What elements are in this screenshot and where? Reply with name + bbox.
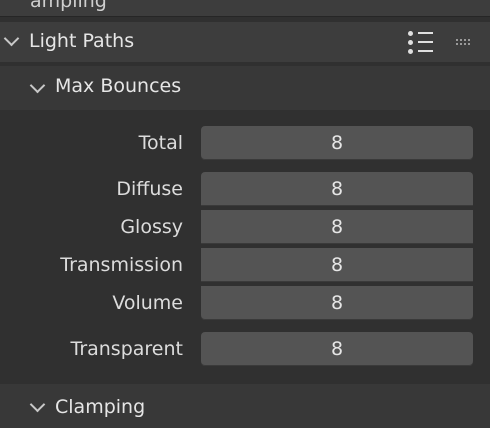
transmission-field[interactable]: 8: [201, 248, 473, 282]
total-field[interactable]: 8: [201, 126, 473, 160]
chevron-down-icon: [29, 77, 46, 94]
previous-panel-header[interactable]: ampling: [0, 0, 490, 17]
max-bounces-content: Total 8 Diffuse 8 Glossy 8 Transmission …: [0, 112, 490, 382]
light-paths-panel-header[interactable]: Light Paths: [0, 22, 490, 62]
chevron-down-icon: [3, 30, 20, 47]
glossy-label: Glossy: [120, 216, 183, 238]
clamping-title: Clamping: [55, 396, 146, 418]
total-label: Total: [138, 132, 183, 154]
clamping-subpanel-header[interactable]: Clamping: [0, 384, 490, 428]
chevron-down-icon: [29, 396, 46, 413]
volume-field[interactable]: 8: [201, 286, 473, 320]
transparent-label: Transparent: [70, 338, 184, 360]
max-bounces-title: Max Bounces: [55, 75, 182, 97]
drag-handle-icon[interactable]: [456, 39, 472, 45]
diffuse-label: Diffuse: [116, 178, 183, 200]
light-paths-title: Light Paths: [29, 30, 135, 52]
list-presets-icon[interactable]: [408, 31, 434, 55]
glossy-field[interactable]: 8: [201, 210, 473, 244]
transparent-field[interactable]: 8: [201, 332, 473, 366]
previous-panel-title: ampling: [30, 0, 107, 12]
max-bounces-subpanel-header[interactable]: Max Bounces: [0, 66, 490, 110]
volume-label: Volume: [112, 292, 183, 314]
transmission-label: Transmission: [60, 254, 183, 276]
diffuse-field[interactable]: 8: [201, 172, 473, 206]
